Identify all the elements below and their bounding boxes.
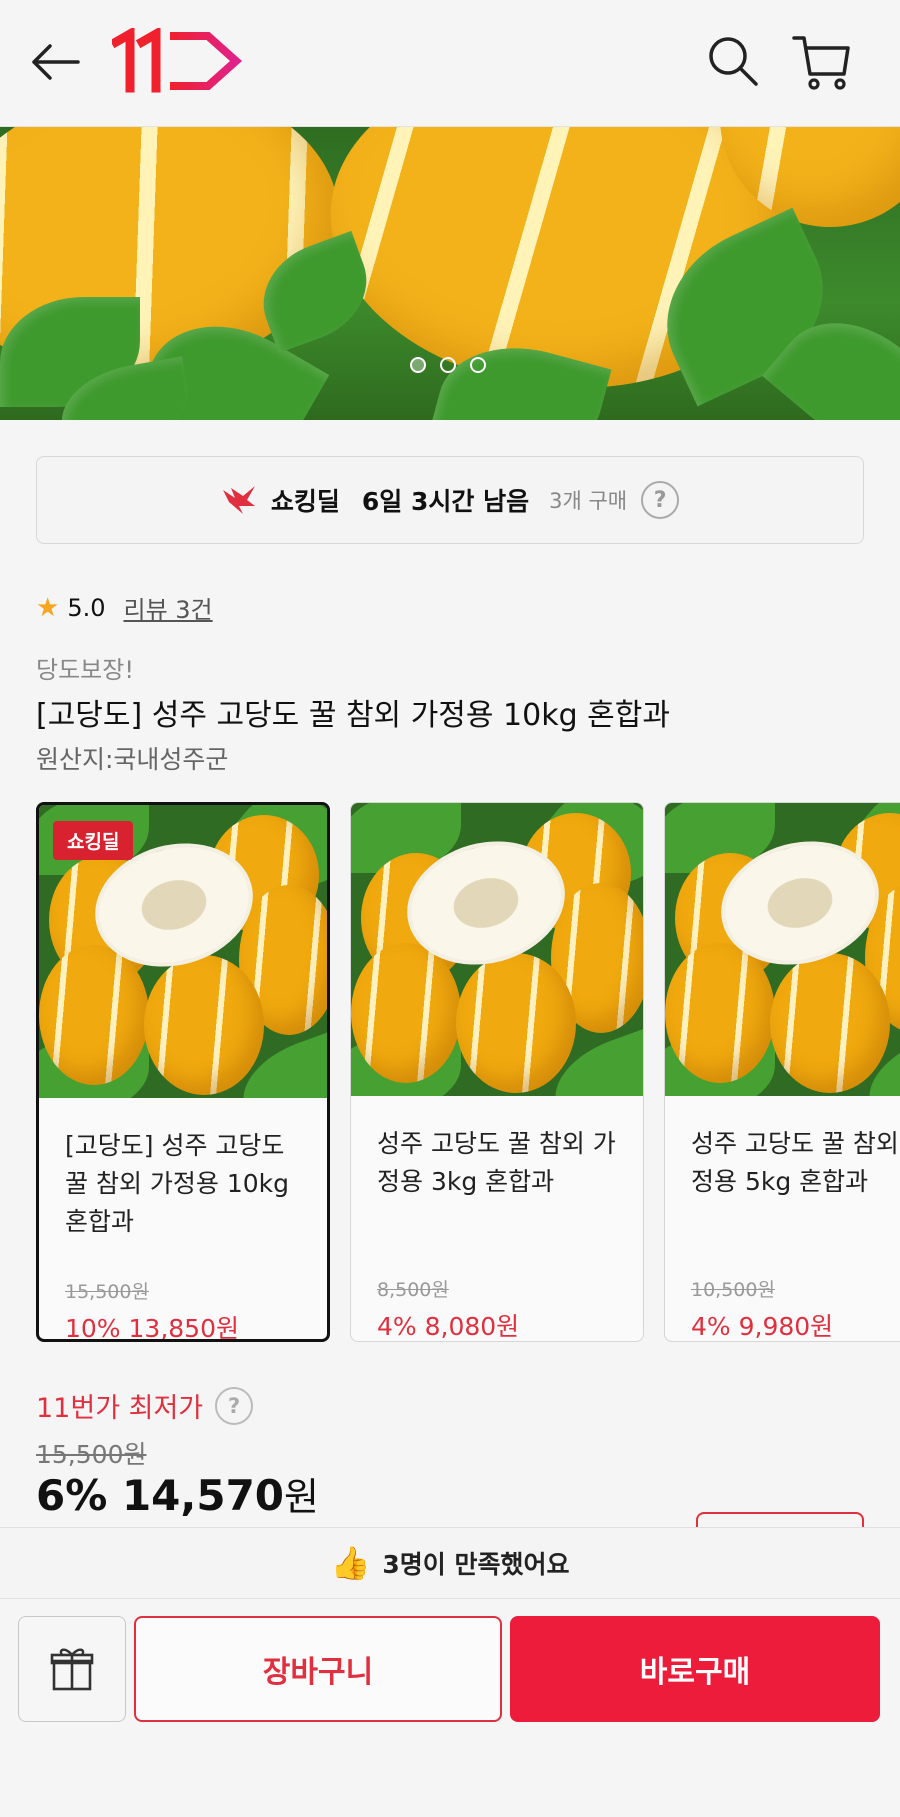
hero-banner[interactable] — [0, 127, 900, 420]
lowest-price-label: 11번가 최저가 — [36, 1393, 204, 1424]
deal-purchase-count: 3개 구매 — [549, 489, 628, 513]
help-icon[interactable]: ? — [641, 481, 680, 519]
deal-time-left: 6일 3시간 남음 — [361, 487, 530, 516]
cart-button[interactable] — [790, 30, 854, 94]
bottom-action-bar: 장바구니 바로구매 — [0, 1600, 900, 1817]
option-card-body: 성주 고당도 꿀 참외 가정용 3kg 혼합과 8,500원 4% 8,080원 — [377, 1125, 625, 1341]
discount-rate: 6% — [36, 1471, 108, 1520]
option-price: 4% 9,980원 — [691, 1312, 834, 1341]
add-to-cart-button[interactable]: 장바구니 — [134, 1616, 502, 1722]
search-icon — [709, 37, 758, 86]
option-image — [665, 803, 900, 1096]
option-card[interactable]: 성주 고당도 꿀 참외 가정용 3kg 혼합과 8,500원 4% 8,080원 — [350, 802, 644, 1342]
carousel-dot[interactable] — [470, 357, 486, 373]
satisfaction-bar: 👍 3명이 만족했어요 — [0, 1527, 900, 1599]
option-price: 10% 13,850원 — [65, 1314, 239, 1342]
final-price: 6% 14,570원 — [36, 1466, 319, 1521]
currency-unit: 원 — [284, 1475, 319, 1519]
gift-icon — [50, 1648, 94, 1691]
gift-button[interactable] — [18, 1616, 126, 1722]
option-card[interactable]: 쇼킹딜 [고당도] 성주 고당도 꿀 참외 가정용 10kg 혼합과 15,50… — [36, 802, 330, 1342]
carousel-dot[interactable] — [410, 357, 426, 373]
satisfaction-text: 3명이 만족했어요 — [382, 1550, 570, 1579]
rating-row: ★ 5.0 리뷰 3건 — [36, 590, 213, 625]
help-icon[interactable]: ? — [215, 1386, 254, 1425]
option-image — [351, 803, 643, 1096]
option-name: 성주 고당도 꿀 참외 가정용 3kg 혼합과 — [377, 1129, 616, 1196]
rating-score: 5.0 — [67, 593, 106, 622]
option-carousel[interactable]: 쇼킹딜 [고당도] 성주 고당도 꿀 참외 가정용 10kg 혼합과 15,50… — [36, 802, 900, 1344]
final-amount: 14,570 — [121, 1471, 285, 1520]
carousel-dot[interactable] — [440, 357, 456, 373]
logo-11-mark — [109, 26, 243, 93]
back-button[interactable] — [28, 40, 84, 84]
arrow-left-icon — [32, 44, 80, 80]
shocking-deal-icon — [222, 486, 255, 514]
option-name: [고당도] 성주 고당도 꿀 참외 가정용 10kg 혼합과 — [65, 1131, 289, 1236]
deal-name: 쇼킹딜 — [270, 487, 340, 516]
carousel-indicator — [410, 357, 486, 373]
lowest-price-row: 11번가 최저가 ? — [36, 1386, 254, 1425]
option-card-body: [고당도] 성주 고당도 꿀 참외 가정용 10kg 혼합과 15,500원 1… — [65, 1127, 309, 1339]
cart-icon — [792, 36, 850, 90]
review-link[interactable]: 리뷰 3건 — [123, 590, 212, 625]
option-price: 4% 8,080원 — [377, 1312, 520, 1341]
product-origin: 원산지:국내성주군 — [36, 745, 229, 774]
option-name: 성주 고당도 꿀 참외 가정용 5kg 혼합과 — [691, 1129, 900, 1196]
option-card-body: 성주 고당도 꿀 참외 가정용 5kg 혼합과 10,500원 4% 9,980… — [691, 1125, 900, 1341]
product-subtitle: 당도보장! — [36, 656, 134, 684]
buy-now-button[interactable]: 바로구매 — [510, 1616, 880, 1722]
option-original-price: 10,500원 — [691, 1279, 775, 1301]
shocking-deal-badge: 쇼킹딜 — [53, 821, 134, 860]
star-icon: ★ — [36, 592, 60, 623]
product-title: [고당도] 성주 고당도 꿀 참외 가정용 10kg 혼합과 — [36, 698, 670, 733]
option-original-price: 15,500원 — [65, 1281, 149, 1303]
logo[interactable] — [109, 26, 244, 94]
shocking-deal-bar: 쇼킹딜 6일 3시간 남음 3개 구매 ? — [36, 456, 864, 544]
option-original-price: 8,500원 — [377, 1279, 449, 1301]
thumbs-up-icon: 👍 — [330, 1544, 371, 1582]
option-card[interactable]: 성주 고당도 꿀 참외 가정용 5kg 혼합과 10,500원 4% 9,980… — [664, 802, 900, 1342]
app-header — [0, 0, 900, 127]
search-button[interactable] — [704, 32, 762, 90]
